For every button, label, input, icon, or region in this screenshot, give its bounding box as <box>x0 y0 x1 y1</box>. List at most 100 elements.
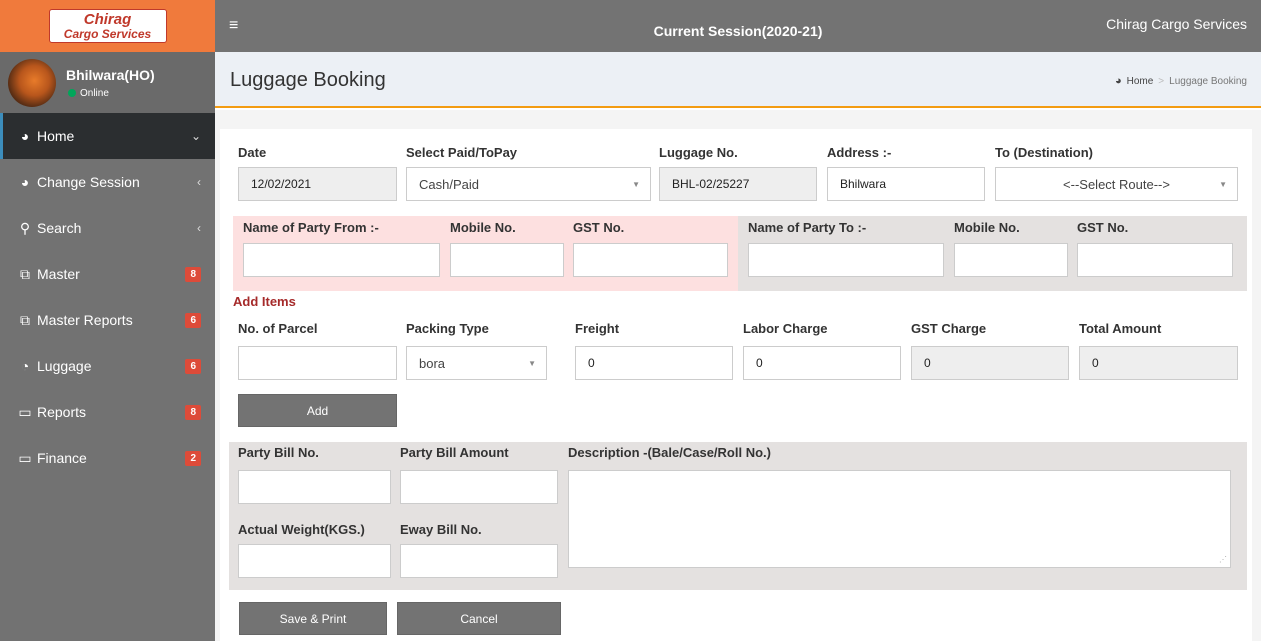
party-bill-amount-label: Party Bill Amount <box>400 445 509 460</box>
total-amount-label: Total Amount <box>1079 321 1162 336</box>
parcel-label: No. of Parcel <box>238 321 318 336</box>
search-icon: ⚲ <box>19 219 31 236</box>
breadcrumb-separator: > <box>1158 75 1165 87</box>
description-label: Description -(Bale/Case/Roll No.) <box>568 445 771 460</box>
page-title: Luggage Booking <box>230 69 386 91</box>
dashboard-icon: ◕ <box>1114 75 1122 87</box>
count-badge: 6 <box>185 312 201 328</box>
breadcrumb: ◕ Home > Luggage Booking <box>1115 75 1247 87</box>
sidebar-item-label: Search <box>37 220 82 236</box>
laptop-icon: ▭ <box>18 403 32 420</box>
packing-type-label: Packing Type <box>406 321 489 336</box>
party-bill-no-label: Party Bill No. <box>238 445 319 460</box>
sidebar-item-master[interactable]: ⧉ Master 8 <box>0 251 215 297</box>
sidebar-item-luggage[interactable]: ◔ Luggage 6 <box>0 343 215 389</box>
count-badge: 8 <box>185 404 201 420</box>
logo-title: Chirag <box>83 11 132 28</box>
sidebar-item-finance[interactable]: ▭ Finance 2 <box>0 435 215 481</box>
luggage-no-field[interactable]: BHL-02/25227 <box>659 167 817 201</box>
mobile-to-input[interactable] <box>954 243 1068 277</box>
pie-chart-icon: ◔ <box>20 358 30 374</box>
company-name[interactable]: Chirag Cargo Services <box>1106 16 1247 32</box>
sidebar-item-change-session[interactable]: ◕ Change Session ‹ <box>0 159 215 205</box>
content-header: Luggage Booking ◕ Home > Luggage Booking <box>215 52 1261 108</box>
sidebar-item-master-reports[interactable]: ⧉ Master Reports 6 <box>0 297 215 343</box>
cancel-button[interactable]: Cancel <box>397 602 561 635</box>
party-bill-amount-input[interactable] <box>400 470 558 504</box>
top-navbar: ≡ Current Session(2020-21) Chirag Cargo … <box>215 0 1261 52</box>
copy-icon: ⧉ <box>20 311 30 328</box>
gst-from-input[interactable] <box>573 243 728 277</box>
mobile-to-label: Mobile No. <box>954 220 1020 235</box>
date-field[interactable]: 12/02/2021 <box>238 167 397 201</box>
paid-topay-label: Select Paid/ToPay <box>406 145 518 160</box>
copy-icon: ⧉ <box>20 265 30 282</box>
mobile-from-input[interactable] <box>450 243 564 277</box>
add-item-button[interactable]: Add <box>238 394 397 427</box>
avatar <box>8 58 56 107</box>
sidebar-item-label: Reports <box>37 404 87 420</box>
description-textarea[interactable]: ⋰ <box>568 470 1231 568</box>
sidebar-item-search[interactable]: ⚲ Search ‹ <box>0 205 215 251</box>
sidebar-item-label: Change Session <box>37 174 140 190</box>
luggage-no-label: Luggage No. <box>659 145 738 160</box>
gst-to-input[interactable] <box>1077 243 1233 277</box>
sidebar-menu: ◕ Home ⌄ ◕ Change Session ‹ ⚲ Search ‹ ⧉… <box>0 113 215 481</box>
menu-toggle-icon[interactable]: ≡ <box>215 17 243 35</box>
eway-bill-input[interactable] <box>400 544 558 578</box>
eway-bill-label: Eway Bill No. <box>400 522 482 537</box>
paid-topay-select[interactable]: Cash/Paid <box>406 167 651 201</box>
packing-type-select[interactable]: bora <box>406 346 547 380</box>
labor-charge-label: Labor Charge <box>743 321 828 336</box>
booking-form: Date 12/02/2021 Select Paid/ToPay Cash/P… <box>220 129 1252 641</box>
sidebar-item-label: Master <box>37 266 80 282</box>
sidebar: Chirag Cargo Services Bhilwara(HO) Onlin… <box>0 0 215 641</box>
freight-input[interactable]: 0 <box>575 346 733 380</box>
total-amount-field[interactable]: 0 <box>1079 346 1238 380</box>
count-badge: 6 <box>185 358 201 374</box>
actual-weight-label: Actual Weight(KGS.) <box>238 522 365 537</box>
sidebar-item-label: Home <box>37 128 75 144</box>
destination-select[interactable]: <--Select Route--> <box>995 167 1238 201</box>
logo[interactable]: Chirag Cargo Services <box>0 0 215 52</box>
gst-charge-field[interactable]: 0 <box>911 346 1069 380</box>
sidebar-item-home[interactable]: ◕ Home ⌄ <box>0 113 215 159</box>
user-name: Bhilwara(HO) <box>66 66 155 83</box>
party-to-input[interactable] <box>748 243 944 277</box>
party-from-input[interactable] <box>243 243 440 277</box>
parcel-input[interactable] <box>238 346 397 380</box>
breadcrumb-home-link[interactable]: Home <box>1127 76 1154 87</box>
main-content: Date 12/02/2021 Select Paid/ToPay Cash/P… <box>215 110 1261 641</box>
mobile-from-label: Mobile No. <box>450 220 516 235</box>
sidebar-item-label: Master Reports <box>37 312 133 328</box>
resize-handle-icon[interactable]: ⋰ <box>1219 555 1227 564</box>
gst-from-label: GST No. <box>573 220 625 235</box>
app: Chirag Cargo Services Bhilwara(HO) Onlin… <box>0 0 1261 641</box>
logo-subtitle: Cargo Services <box>63 27 152 41</box>
freight-label: Freight <box>575 321 620 336</box>
labor-charge-input[interactable]: 0 <box>743 346 901 380</box>
laptop-icon: ▭ <box>18 449 32 466</box>
user-info: Bhilwara(HO) Online <box>66 67 155 99</box>
party-bill-no-input[interactable] <box>238 470 391 504</box>
logo-box: Chirag Cargo Services <box>48 9 167 43</box>
online-dot-icon <box>68 89 76 97</box>
gst-to-label: GST No. <box>1077 220 1129 235</box>
user-panel: Bhilwara(HO) Online <box>0 52 215 113</box>
breadcrumb-current: Luggage Booking <box>1169 75 1247 87</box>
dashboard-icon: ◕ <box>20 128 30 144</box>
user-status: Online <box>68 88 155 99</box>
address-field[interactable]: Bhilwara <box>827 167 985 201</box>
sidebar-item-reports[interactable]: ▭ Reports 8 <box>0 389 215 435</box>
save-print-button[interactable]: Save & Print <box>239 602 387 635</box>
sidebar-item-label: Finance <box>37 450 87 466</box>
chevron-down-icon: ⌄ <box>190 129 201 143</box>
count-badge: 2 <box>185 450 201 466</box>
destination-label: To (Destination) <box>995 145 1093 160</box>
chevron-left-icon: ‹ <box>197 221 201 235</box>
gst-charge-label: GST Charge <box>911 321 987 336</box>
party-to-label: Name of Party To :- <box>748 220 867 235</box>
actual-weight-input[interactable] <box>238 544 391 578</box>
user-status-label: Online <box>80 87 109 99</box>
count-badge: 8 <box>185 266 201 282</box>
